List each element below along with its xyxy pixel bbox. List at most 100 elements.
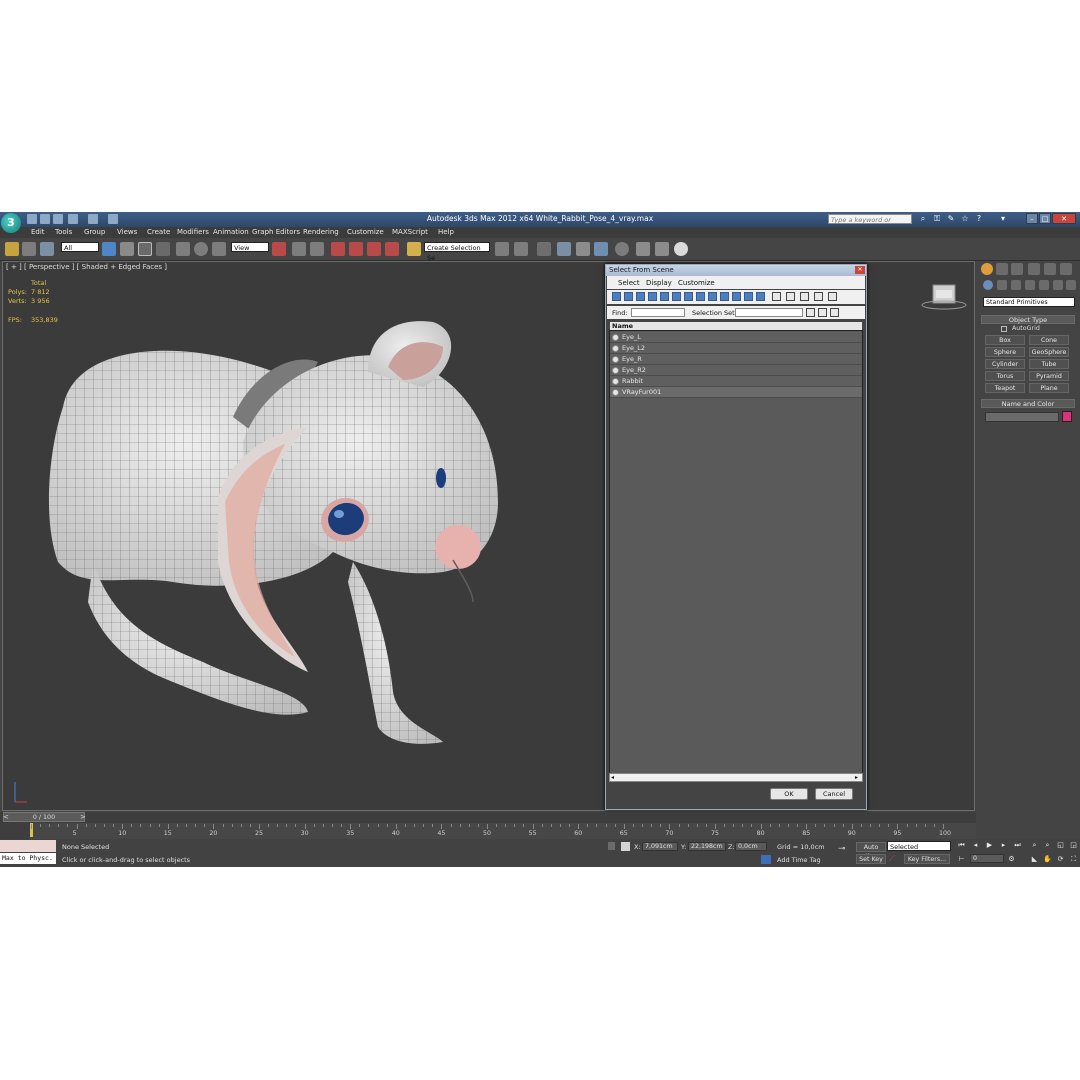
time-configuration-icon[interactable]: ⚙ [1007,855,1016,864]
menu-tools[interactable]: Tools [55,228,72,236]
go-to-start-icon[interactable]: ⏮ [957,841,966,850]
horizontal-scrollbar[interactable] [609,773,863,782]
selection-set-dropdown[interactable] [735,308,803,317]
spinner-snap-icon[interactable] [385,242,399,256]
lights-category-icon[interactable] [1011,280,1021,290]
display-frozen-icon[interactable] [732,292,741,301]
helpers-category-icon[interactable] [1039,280,1049,290]
viewport-label[interactable]: [ + ] [ Perspective ] [ Shaded + Edged F… [6,263,167,271]
window-crossing-icon[interactable] [156,242,170,256]
object-row-rabbit[interactable]: Rabbit [610,376,862,387]
viewcube-icon[interactable] [921,284,967,310]
menu-maxscript[interactable]: MAXScript [392,228,428,236]
time-slider-prev-icon[interactable]: < [3,813,9,821]
cylinder-button[interactable]: Cylinder [985,359,1025,369]
save-file-icon[interactable] [53,214,63,224]
x-coord-field[interactable]: 7,091cm [642,842,678,851]
display-none-icon[interactable] [772,292,781,301]
layer-manager-icon[interactable] [557,242,571,256]
redo-icon[interactable] [88,214,98,224]
dialog-menu-customize[interactable]: Customize [678,279,715,287]
menu-views[interactable]: Views [117,228,137,236]
scroll-left-icon[interactable]: ◂ [611,774,614,781]
selection-filter-dropdown[interactable]: All [61,242,99,252]
select-none-icon[interactable] [818,308,827,317]
favorites-icon[interactable]: ☆ [960,214,970,224]
scene-explorer-icon[interactable] [537,242,551,256]
play-icon[interactable]: ▶ [985,841,994,850]
menu-group[interactable]: Group [84,228,105,236]
lock-selection-icon[interactable] [608,842,615,850]
display-tab-icon[interactable] [1044,263,1056,275]
percent-snap-icon[interactable] [367,242,381,256]
find-input[interactable] [631,308,685,317]
teapot-button[interactable]: Teapot [985,383,1025,393]
display-bones-icon[interactable] [708,292,717,301]
link-icon[interactable] [5,242,19,256]
zoom-extents-icon[interactable]: ◱ [1056,841,1065,850]
set-key-button[interactable]: Set Key [856,854,886,864]
scale-icon[interactable] [212,242,226,256]
edit-named-selection-icon[interactable] [407,242,421,256]
z-coord-field[interactable]: 0,0cm [735,842,767,851]
select-by-name-icon[interactable] [120,242,134,256]
key-filters-button[interactable]: Key Filters... [904,854,950,864]
menu-customize[interactable]: Customize [347,228,384,236]
display-xrefs-icon[interactable] [696,292,705,301]
snaps-toggle-icon[interactable] [331,242,345,256]
object-color-swatch[interactable] [1062,411,1072,422]
rotate-icon[interactable] [194,242,208,256]
keyboard-shortcut-override-icon[interactable] [310,242,324,256]
current-frame-field[interactable]: 0 [970,854,1004,863]
go-to-end-icon[interactable]: ⏭ [1013,841,1022,850]
material-editor-icon[interactable] [615,242,629,256]
shapes-category-icon[interactable] [997,280,1007,290]
close-button[interactable]: ✕ [1052,213,1076,224]
bind-space-warp-icon[interactable] [40,242,54,256]
menu-graph-editors[interactable]: Graph Editors [252,228,300,236]
select-invert-icon[interactable] [830,308,839,317]
primitive-type-dropdown[interactable]: Standard Primitives [983,297,1075,307]
unlink-icon[interactable] [22,242,36,256]
geometry-category-icon[interactable] [983,280,993,290]
display-children-icon[interactable] [800,292,809,301]
filter-icon[interactable] [814,292,823,301]
key-mode-dropdown[interactable]: Selected [887,841,951,851]
autogrid-checkbox[interactable] [1001,326,1007,332]
object-type-rollout[interactable]: Object Type [981,315,1075,324]
modify-tab-icon[interactable] [996,263,1008,275]
menu-modifiers[interactable]: Modifiers [177,228,209,236]
box-button[interactable]: Box [985,335,1025,345]
tube-button[interactable]: Tube [1029,359,1069,369]
project-folder-icon[interactable] [108,214,118,224]
hierarchy-tab-icon[interactable] [1011,263,1023,275]
menu-edit[interactable]: Edit [31,228,45,236]
create-tab-icon[interactable] [981,263,993,275]
menu-create[interactable]: Create [147,228,170,236]
mirror-icon[interactable] [495,242,509,256]
key-mode-icon[interactable]: ⟋ [889,854,901,863]
render-production-icon[interactable] [674,242,688,256]
display-all-icon[interactable] [756,292,765,301]
help-dropdown-icon[interactable]: ▾ [994,214,1012,224]
display-geometry-icon[interactable] [612,292,621,301]
communication-icon[interactable]: ✎ [946,214,956,224]
search-icon[interactable]: ⌕ [918,214,928,224]
mini-curve-editor-icon[interactable] [0,823,30,839]
name-and-color-rollout[interactable]: Name and Color [981,399,1075,408]
reference-coordinate-dropdown[interactable]: View [231,242,269,252]
torus-button[interactable]: Torus [985,371,1025,381]
time-tag-icon[interactable] [761,855,771,864]
display-shapes-icon[interactable] [624,292,633,301]
display-containers-icon[interactable] [720,292,729,301]
select-object-icon[interactable] [102,242,116,256]
spacewarps-category-icon[interactable] [1053,280,1063,290]
object-row-vrayfur001[interactable]: VRayFur001 [610,387,862,398]
move-icon[interactable] [176,242,190,256]
dialog-menu-select[interactable]: Select [618,279,640,287]
object-row-eye-r[interactable]: Eye_R [610,354,862,365]
display-lights-icon[interactable] [636,292,645,301]
curve-editor-icon[interactable] [594,242,608,256]
previous-frame-icon[interactable]: ◂ [971,841,980,850]
menu-animation[interactable]: Animation [213,228,249,236]
